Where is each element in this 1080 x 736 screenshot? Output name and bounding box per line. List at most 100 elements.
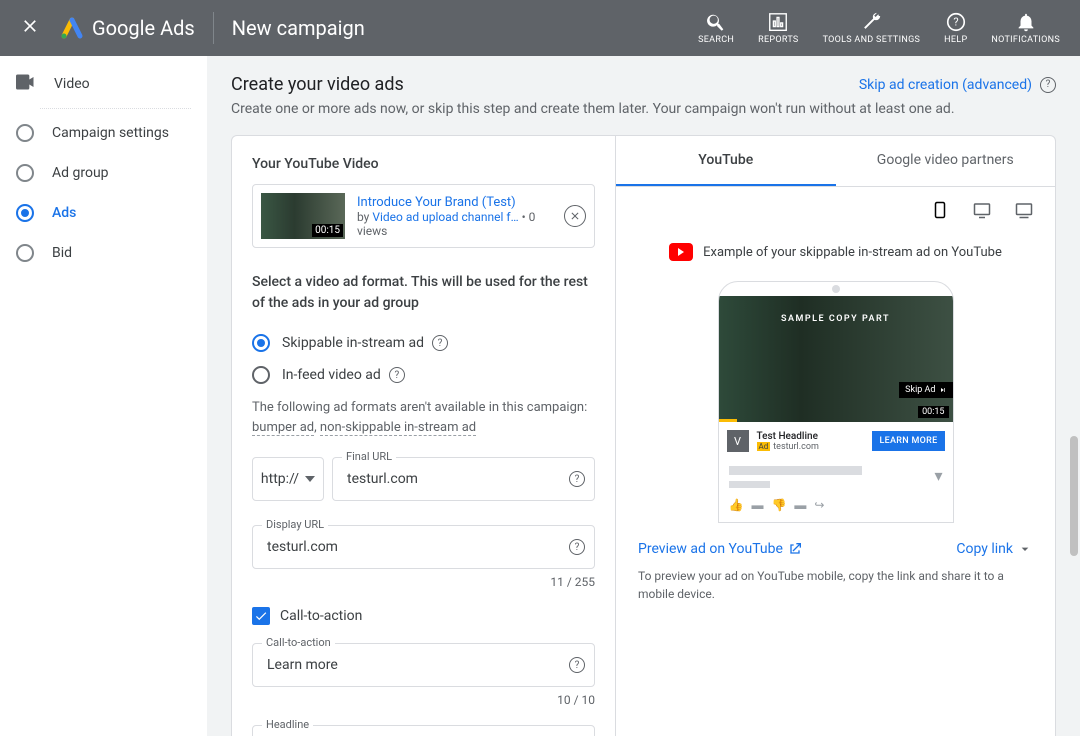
reports-icon — [767, 11, 789, 33]
step-dot-icon — [16, 164, 34, 182]
cta-input[interactable] — [252, 643, 595, 687]
channel-link[interactable]: Video ad upload channel f… — [372, 210, 518, 224]
phone-notch — [719, 282, 953, 296]
sidebar-item-bid[interactable]: Bid — [0, 233, 207, 273]
page-subheading: Create one or more ads now, or skip this… — [231, 101, 1056, 117]
close-icon — [569, 210, 581, 222]
phone-preview: SAMPLE COPY PART Skip Ad 00:15 V Test He… — [718, 281, 954, 523]
ad-form-panel: Your YouTube Video 00:15 Introduce Your … — [232, 136, 616, 736]
youtube-icon — [669, 243, 693, 261]
bell-icon — [1015, 11, 1037, 33]
video-duration: 00:15 — [312, 224, 343, 237]
tab-youtube[interactable]: YouTube — [616, 136, 836, 186]
video-section-label: Your YouTube Video — [252, 156, 595, 172]
svg-text:?: ? — [953, 16, 958, 29]
sidebar-label: Video — [54, 76, 90, 92]
step-dot-icon — [16, 244, 34, 262]
final-url-input[interactable] — [332, 457, 595, 501]
google-ads-icon — [60, 16, 84, 40]
video-thumbnail: 00:15 — [261, 193, 345, 239]
display-url-input[interactable] — [252, 525, 595, 569]
format-prompt: Select a video ad format. This will be u… — [252, 272, 595, 314]
close-button[interactable] — [8, 4, 52, 52]
unavailable-formats-note: The following ad formats aren't availabl… — [252, 398, 595, 437]
device-tv[interactable] — [1013, 201, 1035, 219]
device-mobile[interactable] — [929, 201, 951, 219]
preview-duration: 00:15 — [918, 406, 948, 418]
preview-meta: ▾ 👍▬ 👎▬ ↪ — [719, 460, 953, 522]
tools-settings-tool[interactable]: TOOLS AND SETTINGS — [811, 11, 933, 45]
step-dot-icon — [16, 204, 34, 222]
help-icon[interactable]: ? — [569, 539, 585, 555]
help-tool[interactable]: ? HELP — [932, 11, 979, 45]
final-url-label: Final URL — [342, 450, 396, 463]
sidebar-item-video[interactable]: Video — [0, 64, 207, 104]
ad-builder-card: Your YouTube Video 00:15 Introduce Your … — [231, 135, 1056, 736]
sidebar-item-ad-group[interactable]: Ad group — [0, 153, 207, 193]
search-tool[interactable]: SEARCH — [686, 11, 746, 45]
sidebar: Video Campaign settings Ad group Ads Bid — [0, 56, 207, 736]
video-title-link[interactable]: Introduce Your Brand (Test) — [357, 195, 552, 210]
scrollbar[interactable] — [1068, 56, 1080, 736]
check-icon — [254, 609, 268, 623]
sidebar-item-ads[interactable]: Ads — [0, 193, 207, 233]
share-icon: ↪ — [814, 498, 824, 512]
chevron-down-icon — [305, 476, 315, 482]
help-icon: ? — [945, 11, 967, 33]
sidebar-label: Ad group — [52, 165, 109, 181]
display-url-counter: 11 / 255 — [252, 575, 595, 589]
page-title: New campaign — [232, 16, 365, 40]
display-url-label: Display URL — [262, 518, 328, 531]
scroll-thumb[interactable] — [1070, 436, 1078, 556]
chevron-down-icon: ▾ — [934, 466, 942, 485]
wrench-icon — [860, 11, 882, 33]
copy-link-button[interactable]: Copy link — [956, 541, 1033, 557]
remove-video-button[interactable] — [564, 205, 586, 227]
protocol-dropdown[interactable]: http:// — [252, 457, 324, 501]
notifications-tool[interactable]: NOTIFICATIONS — [979, 11, 1072, 45]
preview-sample-copy: SAMPLE COPY PART — [781, 314, 890, 324]
help-icon[interactable]: ? — [432, 335, 448, 351]
preview-panel: YouTube Google video partners Example of… — [616, 136, 1055, 736]
preview-headline: Test Headline — [757, 431, 865, 442]
headline-label: Headline — [262, 718, 313, 731]
skip-ad-creation-link[interactable]: Skip ad creation (advanced) — [859, 77, 1032, 93]
selected-video-chip: 00:15 Introduce Your Brand (Test) by Vid… — [252, 184, 595, 248]
checkbox-icon — [252, 607, 270, 625]
external-link-icon — [787, 541, 803, 557]
step-dot-icon — [16, 124, 34, 142]
cta-label: Call-to-action — [262, 636, 335, 649]
example-label: Example of your skippable in-stream ad o… — [616, 219, 1055, 273]
preview-tabs: YouTube Google video partners — [616, 136, 1055, 187]
radio-icon — [252, 366, 270, 384]
page-heading: Create your video ads — [231, 74, 404, 95]
sidebar-divider — [40, 108, 191, 109]
device-desktop[interactable] — [971, 201, 993, 219]
header-separator — [213, 12, 214, 44]
sidebar-label: Bid — [52, 245, 72, 261]
help-icon[interactable]: ? — [1040, 77, 1056, 93]
tv-icon — [1013, 201, 1035, 219]
thumbs-up-icon: 👍 — [729, 498, 744, 512]
chevron-down-icon — [1017, 541, 1033, 557]
desktop-icon — [971, 201, 993, 219]
cta-checkbox-row[interactable]: Call-to-action — [252, 607, 595, 625]
mobile-icon — [929, 201, 951, 219]
search-icon — [705, 11, 727, 33]
preview-cta-button: LEARN MORE — [872, 431, 944, 451]
help-icon[interactable]: ? — [569, 471, 585, 487]
help-icon[interactable]: ? — [389, 367, 405, 383]
preview-skip-button: Skip Ad — [899, 382, 952, 398]
help-icon[interactable]: ? — [569, 657, 585, 673]
content-area: Create your video ads Skip ad creation (… — [207, 56, 1080, 736]
tab-partners[interactable]: Google video partners — [836, 136, 1056, 186]
radio-infeed[interactable]: In-feed video ad ? — [252, 366, 595, 384]
radio-skippable[interactable]: Skippable in-stream ad ? — [252, 334, 595, 352]
preview-avatar: V — [727, 430, 749, 452]
sidebar-item-campaign-settings[interactable]: Campaign settings — [0, 113, 207, 153]
sidebar-label: Campaign settings — [52, 125, 169, 141]
close-icon — [20, 16, 40, 36]
reports-tool[interactable]: REPORTS — [746, 11, 810, 45]
preview-url: Adtesturl.com — [757, 442, 865, 452]
preview-on-youtube-link[interactable]: Preview ad on YouTube — [638, 541, 803, 557]
